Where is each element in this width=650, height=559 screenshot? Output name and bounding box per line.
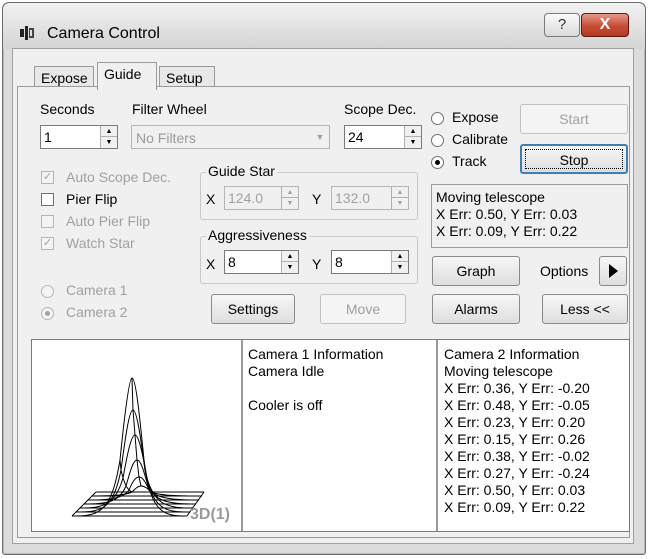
- radio-camera-1[interactable]: [41, 285, 54, 298]
- scope-dec-spinner[interactable]: 24 ▲ ▼: [344, 125, 422, 149]
- camera-2-info-line: X Err: 0.48, Y Err: -0.05: [444, 397, 590, 413]
- spin-up-icon[interactable]: ▲: [282, 251, 298, 262]
- guide-star-x-value: 124.0: [228, 190, 264, 206]
- pier-flip-label: Pier Flip: [66, 191, 118, 207]
- guide-status-box: Moving telescope X Err: 0.50, Y Err: 0.0…: [431, 184, 628, 248]
- camera-2-info-line: X Err: 0.09, Y Err: 0.22: [444, 499, 586, 515]
- less-button[interactable]: Less <<: [542, 294, 628, 324]
- seconds-value: 1: [44, 129, 52, 145]
- guide-star-y-value: 132.0: [335, 190, 371, 206]
- stop-button-label: Stop: [525, 149, 623, 169]
- graph-button[interactable]: Graph: [432, 256, 520, 286]
- start-button[interactable]: Start: [520, 104, 628, 134]
- tab-guide[interactable]: Guide: [97, 62, 157, 90]
- guide-star-y-label: Y: [312, 191, 322, 207]
- spin-up-icon[interactable]: ▲: [282, 187, 298, 198]
- seconds-label: Seconds: [40, 101, 95, 117]
- status-line: Moving telescope: [436, 189, 545, 205]
- radio-expose-label: Expose: [452, 109, 499, 125]
- watch-star-label: Watch Star: [66, 235, 135, 251]
- radio-camera-2[interactable]: [41, 307, 54, 320]
- camera-2-info-line: X Err: 0.38, Y Err: -0.02: [444, 448, 590, 464]
- auto-scope-dec-label: Auto Scope Dec.: [66, 169, 172, 185]
- auto-scope-dec-checkbox[interactable]: ✓: [41, 171, 54, 184]
- spin-down-icon[interactable]: ▼: [392, 262, 408, 273]
- plot-mode-label: 3D(1): [190, 506, 231, 523]
- seconds-spinner[interactable]: 1 ▲ ▼: [40, 125, 118, 149]
- stop-button[interactable]: Stop: [520, 144, 628, 174]
- radio-track[interactable]: [431, 156, 444, 169]
- title-bar[interactable]: Camera Control ? X: [3, 3, 645, 49]
- guide-star-y-spinner[interactable]: 132.0 ▲ ▼: [331, 186, 409, 210]
- auto-pier-flip-checkbox[interactable]: [41, 215, 54, 228]
- filter-wheel-select[interactable]: No Filters ▼: [131, 125, 330, 149]
- guide-star-title: Guide Star: [206, 163, 277, 179]
- auto-pier-flip-label: Auto Pier Flip: [66, 213, 151, 229]
- status-line: X Err: 0.50, Y Err: 0.03: [436, 206, 578, 222]
- options-expand-button[interactable]: [599, 256, 627, 286]
- camera-2-info-line: X Err: 0.15, Y Err: 0.26: [444, 431, 586, 447]
- spin-down-icon[interactable]: ▼: [282, 262, 298, 273]
- close-button[interactable]: X: [581, 13, 629, 37]
- aggressiveness-x-value: 8: [228, 254, 236, 270]
- aggressiveness-x-spinner[interactable]: 8 ▲ ▼: [224, 250, 299, 274]
- play-arrow-icon: [609, 264, 618, 278]
- guide-star-x-spinner[interactable]: 124.0 ▲ ▼: [224, 186, 299, 210]
- scope-dec-value: 24: [348, 129, 364, 145]
- scope-dec-label: Scope Dec.: [344, 101, 417, 117]
- move-button[interactable]: Move: [320, 294, 406, 324]
- camera-1-info-line: Camera Idle: [248, 363, 325, 379]
- radio-camera-2-label: Camera 2: [66, 304, 128, 320]
- radio-track-label: Track: [452, 153, 487, 169]
- spin-down-icon[interactable]: ▼: [405, 137, 421, 148]
- info-area: 3D(1) Camera 1 Information Camera Idle C…: [31, 339, 630, 532]
- guide-star-x-label: X: [206, 191, 216, 207]
- spin-down-icon[interactable]: ▼: [392, 198, 408, 209]
- filter-wheel-value: No Filters: [136, 130, 196, 146]
- pier-flip-checkbox[interactable]: [41, 193, 54, 206]
- camera-1-info-panel: Camera 1 Information Camera Idle Cooler …: [244, 340, 438, 531]
- options-label: Options: [540, 263, 589, 279]
- aggressiveness-y-label: Y: [312, 256, 322, 272]
- aggressiveness-x-label: X: [206, 256, 216, 272]
- window-title: Camera Control: [47, 25, 160, 42]
- aggressiveness-title: Aggressiveness: [206, 227, 309, 243]
- radio-calibrate[interactable]: [431, 134, 444, 147]
- spin-up-icon[interactable]: ▲: [392, 251, 408, 262]
- settings-button[interactable]: Settings: [211, 294, 295, 324]
- star-profile-3d-plot[interactable]: 3D(1): [32, 340, 243, 531]
- camera-2-info-line: X Err: 0.27, Y Err: -0.24: [444, 465, 590, 481]
- spin-up-icon[interactable]: ▲: [405, 126, 421, 137]
- camera-2-info-line: X Err: 0.23, Y Err: 0.20: [444, 414, 586, 430]
- camera-1-info-line: Camera 1 Information: [248, 346, 384, 362]
- help-button[interactable]: ?: [544, 13, 580, 37]
- radio-calibrate-label: Calibrate: [452, 131, 509, 147]
- aggressiveness-y-value: 8: [335, 254, 343, 270]
- radio-camera-1-label: Camera 1: [66, 282, 128, 298]
- spin-down-icon[interactable]: ▼: [282, 198, 298, 209]
- radio-expose[interactable]: [431, 112, 444, 125]
- filter-wheel-label: Filter Wheel: [132, 101, 207, 117]
- watch-star-checkbox[interactable]: ✓: [41, 237, 54, 250]
- star-profile-graphic: [71, 377, 205, 517]
- camera-1-info-line: Cooler is off: [248, 397, 323, 413]
- spin-up-icon[interactable]: ▲: [101, 126, 117, 137]
- camera-2-info-panel: Camera 2 Information Moving telescope X …: [440, 340, 630, 531]
- camera-1-info-line: [248, 380, 436, 397]
- aggressiveness-y-spinner[interactable]: 8 ▲ ▼: [331, 250, 409, 274]
- camera-2-info-line: Moving telescope: [444, 363, 553, 379]
- camera-2-info-line: Camera 2 Information: [444, 346, 580, 362]
- camera-app-icon: [20, 26, 34, 40]
- chevron-down-icon: ▼: [315, 132, 325, 142]
- alarms-button[interactable]: Alarms: [432, 294, 520, 324]
- status-line: X Err: 0.09, Y Err: 0.22: [436, 223, 578, 239]
- spin-down-icon[interactable]: ▼: [101, 137, 117, 148]
- camera-2-info-line: X Err: 0.36, Y Err: -0.20: [444, 380, 590, 396]
- spin-up-icon[interactable]: ▲: [392, 187, 408, 198]
- camera-2-info-line: X Err: 0.50, Y Err: 0.03: [444, 482, 586, 498]
